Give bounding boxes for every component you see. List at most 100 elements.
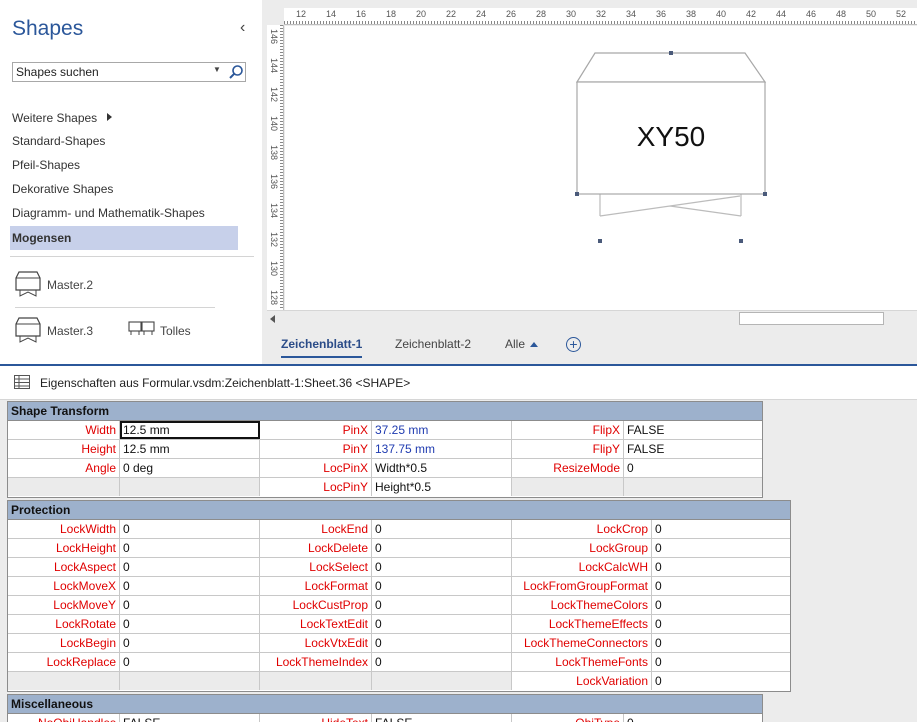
shapesheet-title: Eigenschaften aus Formular.vsdm:Zeichenb… — [40, 376, 411, 390]
tab-zeichenblatt-2[interactable]: Zeichenblatt-2 — [395, 337, 471, 351]
cell-value[interactable]: Width*0.5 — [372, 459, 512, 477]
horizontal-ruler[interactable]: 12 14 16 18 20 22 24 26 28 30 32 34 36 38 40 42 44 46 48 50… — [284, 8, 917, 25]
cell-value[interactable]: FALSE — [372, 714, 512, 722]
stencil-pfeil-shapes[interactable]: Pfeil-Shapes — [12, 155, 80, 175]
cell-value[interactable]: 0 — [624, 459, 762, 477]
ruler-tick — [785, 21, 786, 24]
stencil-dekorative-shapes[interactable]: Dekorative Shapes — [12, 179, 113, 199]
ruler-tick — [665, 21, 666, 24]
ruler-tick — [884, 21, 885, 24]
tab-alle[interactable]: Alle — [505, 337, 525, 351]
selection-handle[interactable] — [575, 192, 579, 196]
section-header[interactable]: Shape Transform — [8, 402, 762, 421]
vertical-ruler[interactable]: 146 144 142 140 138 136 134 132 130 128 — [267, 25, 284, 310]
cell-value[interactable]: 0 — [120, 653, 260, 671]
plus-circle-icon[interactable]: + — [566, 337, 581, 352]
ruler-tick — [728, 21, 729, 24]
cell-value[interactable]: 0 — [120, 577, 260, 595]
selection-handle[interactable] — [598, 239, 602, 243]
ruler-tick — [476, 21, 477, 24]
ruler-tick — [359, 21, 360, 24]
shapes-search-box[interactable]: ▼ — [12, 62, 246, 82]
cell-value[interactable]: 0 — [120, 615, 260, 633]
ruler-tick — [692, 21, 693, 24]
cell-value[interactable]: 0 — [120, 558, 260, 576]
tab-zeichenblatt-1[interactable]: Zeichenblatt-1 — [281, 337, 362, 351]
cell-value[interactable]: 12.5 mm — [120, 421, 260, 439]
search-icon[interactable] — [228, 64, 244, 80]
cell-value[interactable]: 0 — [652, 520, 790, 538]
cell-value[interactable]: 0 — [120, 596, 260, 614]
ruler-tick — [740, 21, 741, 24]
ruler-tick — [908, 21, 909, 24]
caret-up-icon[interactable] — [530, 342, 538, 347]
empty-cell — [120, 672, 260, 690]
cell-value[interactable]: 0 — [372, 634, 512, 652]
section-header[interactable]: Protection — [8, 501, 790, 520]
cell-value[interactable]: 0 — [372, 558, 512, 576]
section-header[interactable]: Miscellaneous — [8, 695, 762, 714]
cell-value[interactable]: 137.75 mm — [372, 440, 512, 458]
shapes-search-input[interactable] — [13, 63, 209, 81]
scrollbar-thumb[interactable] — [739, 312, 884, 325]
selection-handle[interactable] — [739, 239, 743, 243]
ruler-tick — [845, 21, 846, 24]
cell-value[interactable]: 0 deg — [120, 459, 260, 477]
cell-value[interactable]: 0 — [652, 653, 790, 671]
ruler-tick — [280, 157, 283, 158]
cell-name: LockCrop — [512, 520, 652, 538]
ruler-tick — [617, 21, 618, 24]
submenu-arrow-icon[interactable] — [107, 113, 112, 121]
cell-value[interactable]: 0 — [652, 558, 790, 576]
master-item-tolles[interactable]: Tolles — [128, 316, 238, 346]
master-label: Tolles — [160, 324, 191, 338]
master-item-3[interactable]: Master.3 — [15, 316, 125, 346]
cell-value[interactable]: FALSE — [120, 714, 260, 722]
cell-value[interactable]: FALSE — [624, 421, 762, 439]
cell-value[interactable]: 12.5 mm — [120, 440, 260, 458]
selection-handle[interactable] — [669, 51, 673, 55]
ruler-tick — [287, 21, 288, 24]
cell-value[interactable]: 0 — [120, 634, 260, 652]
cell-value[interactable]: 0 — [652, 539, 790, 557]
ruler-tick — [280, 292, 283, 293]
cell-value[interactable]: 0 — [372, 653, 512, 671]
cell-value[interactable]: 0 — [624, 714, 762, 722]
cell-value[interactable]: 0 — [372, 615, 512, 633]
stencil-weitere-shapes[interactable]: Weitere Shapes — [12, 108, 97, 128]
ruler-tick — [284, 21, 285, 24]
cell-value[interactable]: 0 — [372, 596, 512, 614]
selection-handle[interactable] — [763, 192, 767, 196]
cell-value[interactable]: 0 — [652, 577, 790, 595]
ruler-tick — [614, 21, 615, 24]
stencil-diagramm-mathematik[interactable]: Diagramm- und Mathematik-Shapes — [12, 203, 205, 223]
selected-shape-xy50[interactable]: XY50 — [575, 51, 767, 243]
chevron-down-icon[interactable]: ▼ — [213, 65, 221, 74]
ruler-tick — [280, 133, 283, 134]
cell-value[interactable]: 0 — [120, 520, 260, 538]
cell-value[interactable]: 0 — [652, 596, 790, 614]
active-tab-indicator — [281, 356, 362, 358]
shapesheet-row: LockMoveY 0 LockCustProp 0 LockThemeColors 0 — [8, 596, 790, 615]
scroll-left-icon[interactable] — [270, 315, 275, 323]
horizontal-scrollbar[interactable] — [267, 310, 917, 326]
ruler-tick — [872, 21, 873, 24]
cell-name: LocPinY — [260, 478, 372, 496]
ruler-tick — [280, 241, 283, 242]
cell-value[interactable]: FALSE — [624, 440, 762, 458]
cell-value[interactable]: 0 — [652, 615, 790, 633]
cell-value[interactable]: 0 — [372, 577, 512, 595]
master-item-2[interactable]: Master.2 — [15, 270, 125, 300]
cell-value[interactable]: Height*0.5 — [372, 478, 512, 496]
cell-value[interactable]: 0 — [372, 539, 512, 557]
stencil-standard-shapes[interactable]: Standard-Shapes — [12, 131, 105, 151]
cell-value[interactable]: 0 — [652, 672, 790, 690]
cell-value[interactable]: 0 — [372, 520, 512, 538]
cell-value[interactable]: 0 — [652, 634, 790, 652]
drawing-page[interactable]: XY50 — [285, 26, 917, 310]
chevron-left-icon[interactable]: ‹ — [240, 19, 245, 37]
ruler-tick — [689, 21, 690, 24]
cell-value[interactable]: 37.25 mm — [372, 421, 512, 439]
stencil-mogensen[interactable]: Mogensen — [12, 228, 71, 248]
cell-value[interactable]: 0 — [120, 539, 260, 557]
